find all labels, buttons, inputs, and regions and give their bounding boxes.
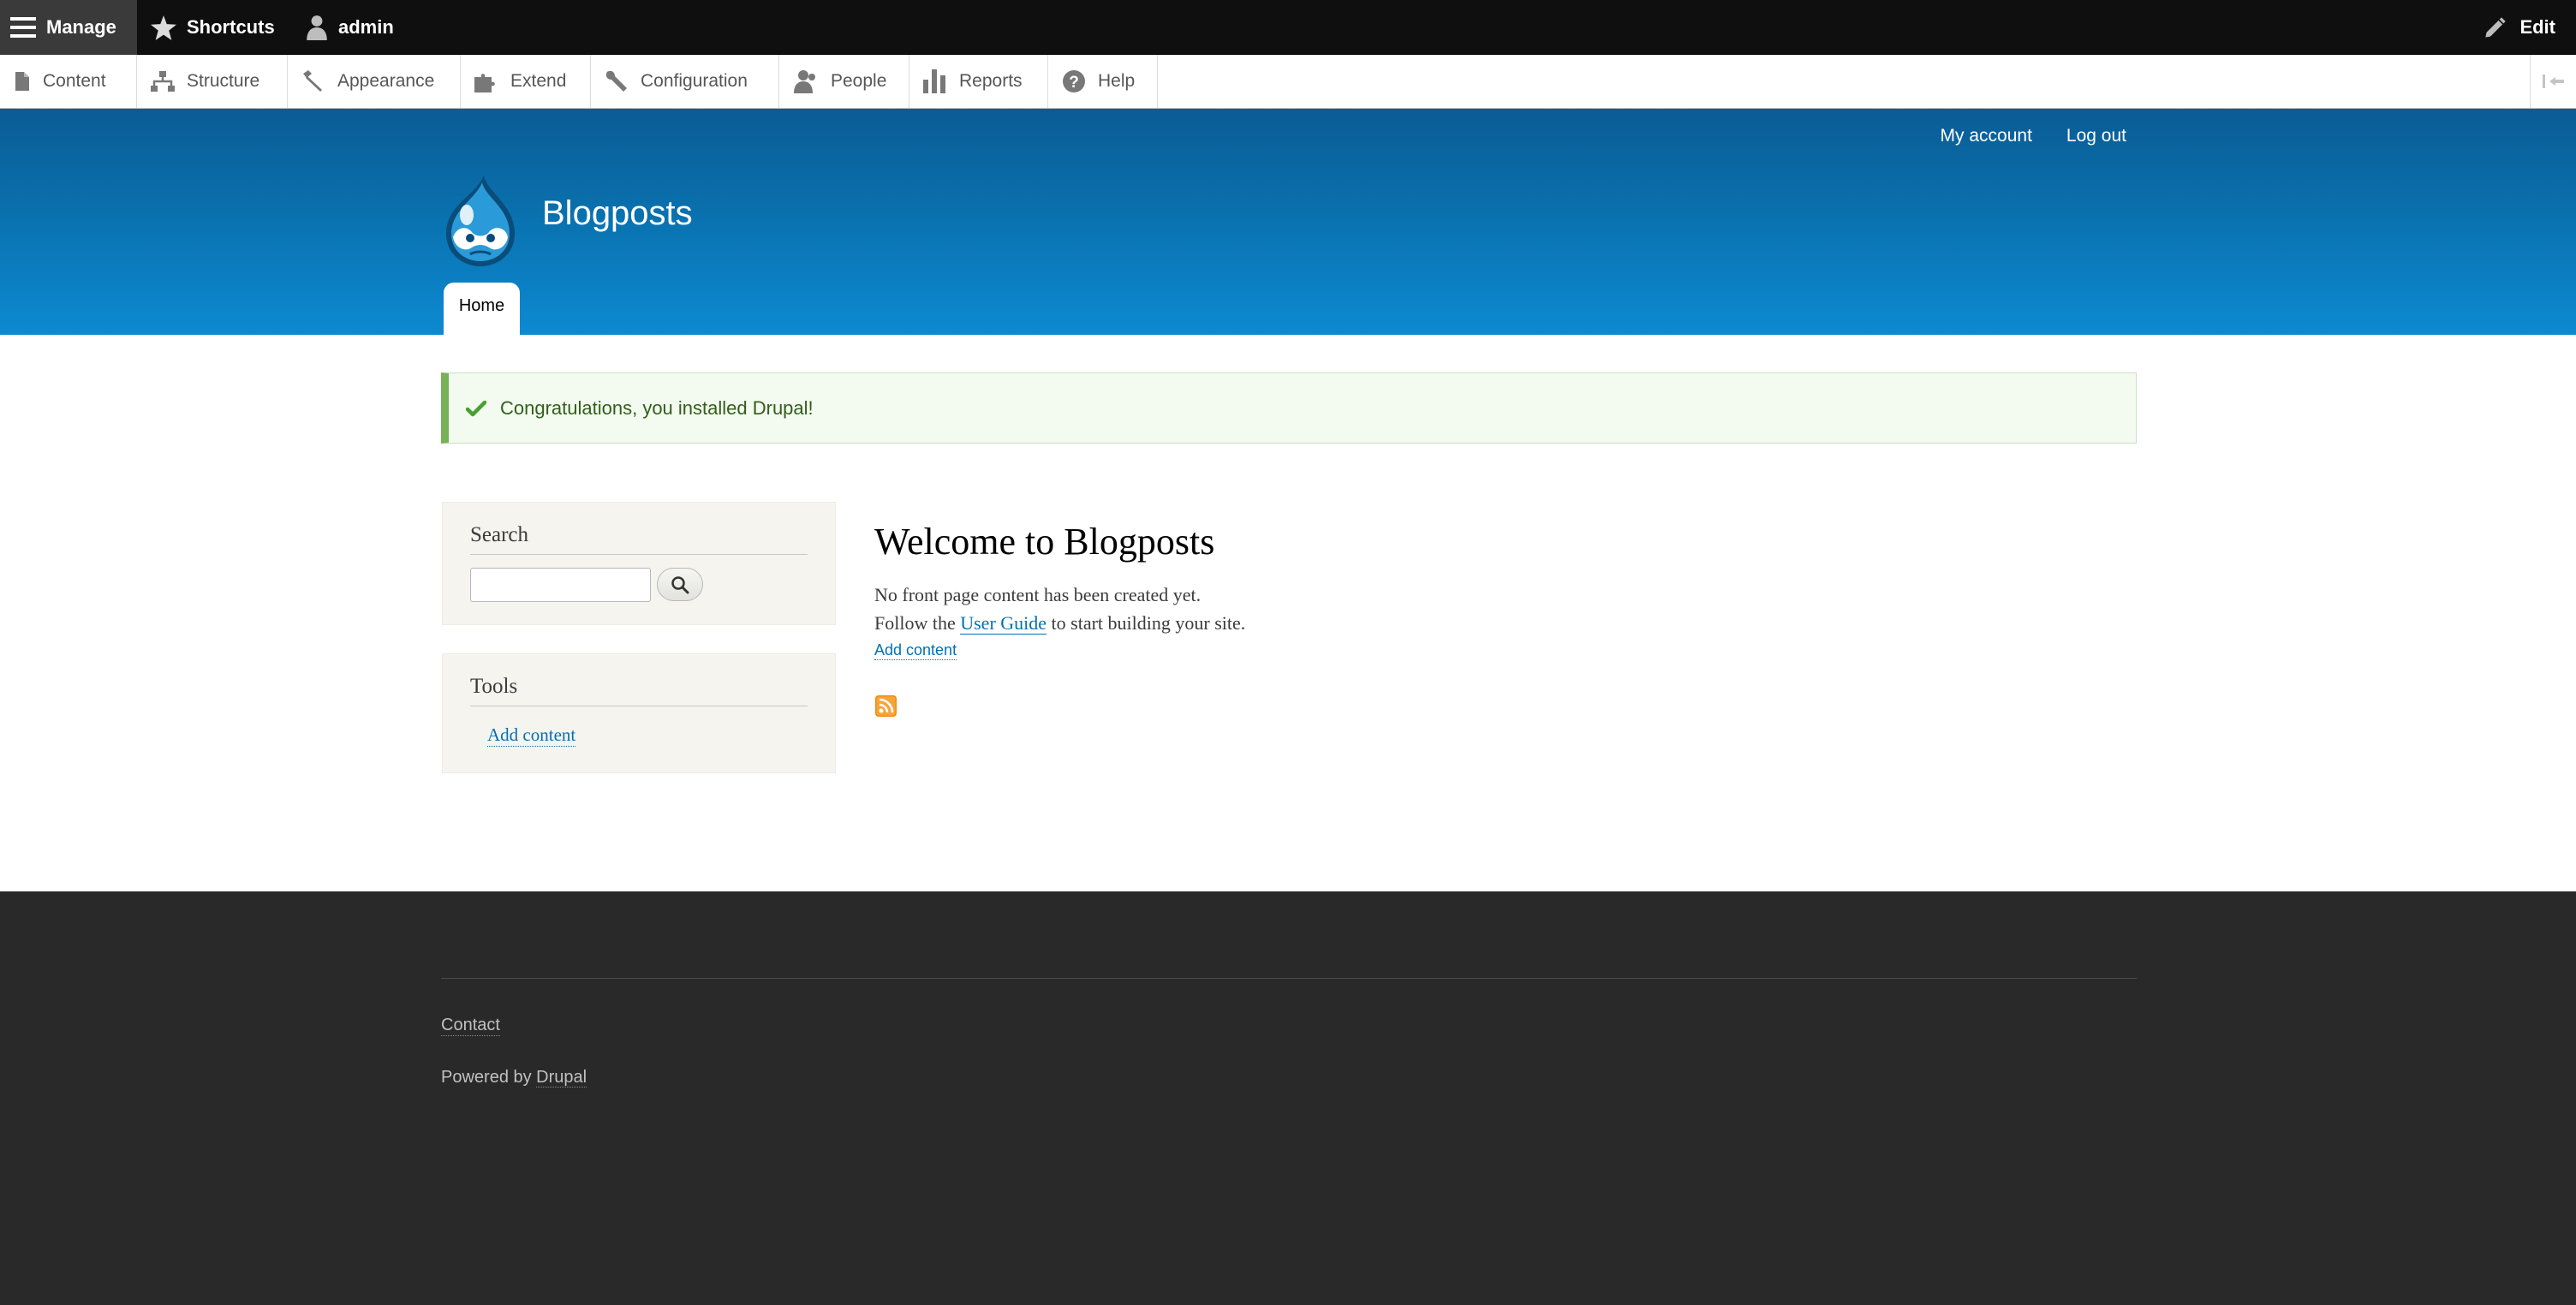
search-button[interactable] bbox=[657, 568, 703, 601]
drupal-link[interactable]: Drupal bbox=[536, 1068, 587, 1088]
user-guide-prefix: Follow the bbox=[874, 612, 961, 634]
tray-item-structure[interactable]: Structure bbox=[137, 55, 288, 108]
collapse-left-icon bbox=[2542, 74, 2564, 88]
status-message: Congratulations, you installed Drupal! bbox=[441, 372, 2137, 444]
user-icon bbox=[307, 15, 327, 40]
search-block: Search bbox=[442, 502, 836, 625]
rss-feed-icon[interactable] bbox=[875, 695, 897, 717]
hamburger-icon bbox=[10, 17, 36, 38]
powered-by: Powered by Drupal bbox=[441, 1068, 587, 1088]
site-name[interactable]: Blogposts bbox=[542, 194, 693, 233]
shortcuts-button[interactable]: Shortcuts bbox=[147, 0, 275, 55]
admin-toolbar: Manage Shortcuts admin Edit bbox=[0, 0, 2576, 55]
drupal-logo-icon[interactable] bbox=[441, 174, 520, 268]
tray-orientation-toggle[interactable] bbox=[2530, 55, 2576, 108]
tray-item-label: Reports bbox=[959, 71, 1023, 91]
user-guide-link[interactable]: User Guide bbox=[960, 612, 1047, 635]
tab-home[interactable]: Home bbox=[444, 283, 520, 335]
secondary-menu: My account Log out bbox=[1941, 126, 2126, 146]
tray-item-content[interactable]: Content bbox=[0, 55, 137, 108]
admin-tray: Content Structure Appearance Extend Conf… bbox=[0, 55, 2576, 109]
manage-label: Manage bbox=[46, 16, 116, 38]
search-block-divider bbox=[470, 554, 808, 555]
powered-by-prefix: Powered by bbox=[441, 1068, 537, 1087]
manage-button[interactable]: Manage bbox=[0, 0, 137, 55]
tray-item-appearance[interactable]: Appearance bbox=[288, 55, 461, 108]
brush-icon bbox=[303, 70, 322, 92]
log-out-link[interactable]: Log out bbox=[2066, 126, 2126, 146]
tray-item-label: Configuration bbox=[641, 71, 748, 91]
people-icon bbox=[794, 70, 815, 93]
tray-item-label: People bbox=[831, 71, 887, 91]
site-header: My account Log out Blogposts Home bbox=[0, 109, 2576, 335]
tools-block-title: Tools bbox=[470, 675, 518, 698]
tools-add-content-link[interactable]: Add content bbox=[487, 724, 576, 747]
help-icon: ? bbox=[1063, 70, 1085, 92]
tray-item-configuration[interactable]: Configuration bbox=[591, 55, 779, 108]
pencil-icon bbox=[2485, 17, 2507, 38]
wrench-icon bbox=[605, 70, 627, 92]
tray-item-label: Extend bbox=[510, 71, 567, 91]
tray-item-label: Structure bbox=[187, 71, 260, 91]
tray-item-reports[interactable]: Reports bbox=[909, 55, 1048, 108]
front-page-message: No front page content has been created y… bbox=[874, 584, 1202, 605]
bar-chart-icon bbox=[923, 69, 945, 93]
tools-block: Tools Add content bbox=[442, 653, 836, 773]
edit-label: Edit bbox=[2519, 16, 2555, 38]
checkmark-icon bbox=[466, 400, 486, 416]
user-guide-suffix: to start building your site. bbox=[1046, 612, 1246, 634]
search-block-title: Search bbox=[470, 523, 529, 546]
tray-item-label: Content bbox=[43, 71, 106, 91]
file-icon bbox=[15, 72, 29, 91]
user-guide-line: Follow the User Guide to start building … bbox=[874, 612, 1245, 635]
edit-button[interactable]: Edit bbox=[2484, 0, 2555, 55]
search-icon bbox=[671, 575, 689, 593]
star-icon bbox=[151, 15, 176, 40]
footer-divider bbox=[441, 978, 2137, 979]
status-message-text: Congratulations, you installed Drupal! bbox=[500, 396, 814, 419]
shortcuts-label: Shortcuts bbox=[187, 16, 275, 38]
footer-contact-link[interactable]: Contact bbox=[441, 1016, 500, 1036]
puzzle-icon bbox=[474, 74, 495, 92]
tray-item-extend[interactable]: Extend bbox=[461, 55, 591, 108]
user-label: admin bbox=[338, 16, 394, 38]
tray-item-label: Appearance bbox=[337, 71, 435, 91]
tray-item-help[interactable]: ? Help bbox=[1048, 55, 1158, 108]
site-footer: Contact Powered by Drupal bbox=[0, 891, 2576, 1305]
tray-item-people[interactable]: People bbox=[779, 55, 909, 108]
add-content-link[interactable]: Add content bbox=[874, 641, 957, 660]
tray-item-label: Help bbox=[1098, 71, 1136, 91]
search-input[interactable] bbox=[470, 568, 651, 602]
my-account-link[interactable]: My account bbox=[1941, 126, 2032, 146]
svg-text:?: ? bbox=[1069, 74, 1079, 92]
page-title: Welcome to Blogposts bbox=[874, 521, 1215, 563]
sitemap-icon bbox=[151, 71, 175, 92]
user-account-button[interactable]: admin bbox=[306, 0, 394, 55]
